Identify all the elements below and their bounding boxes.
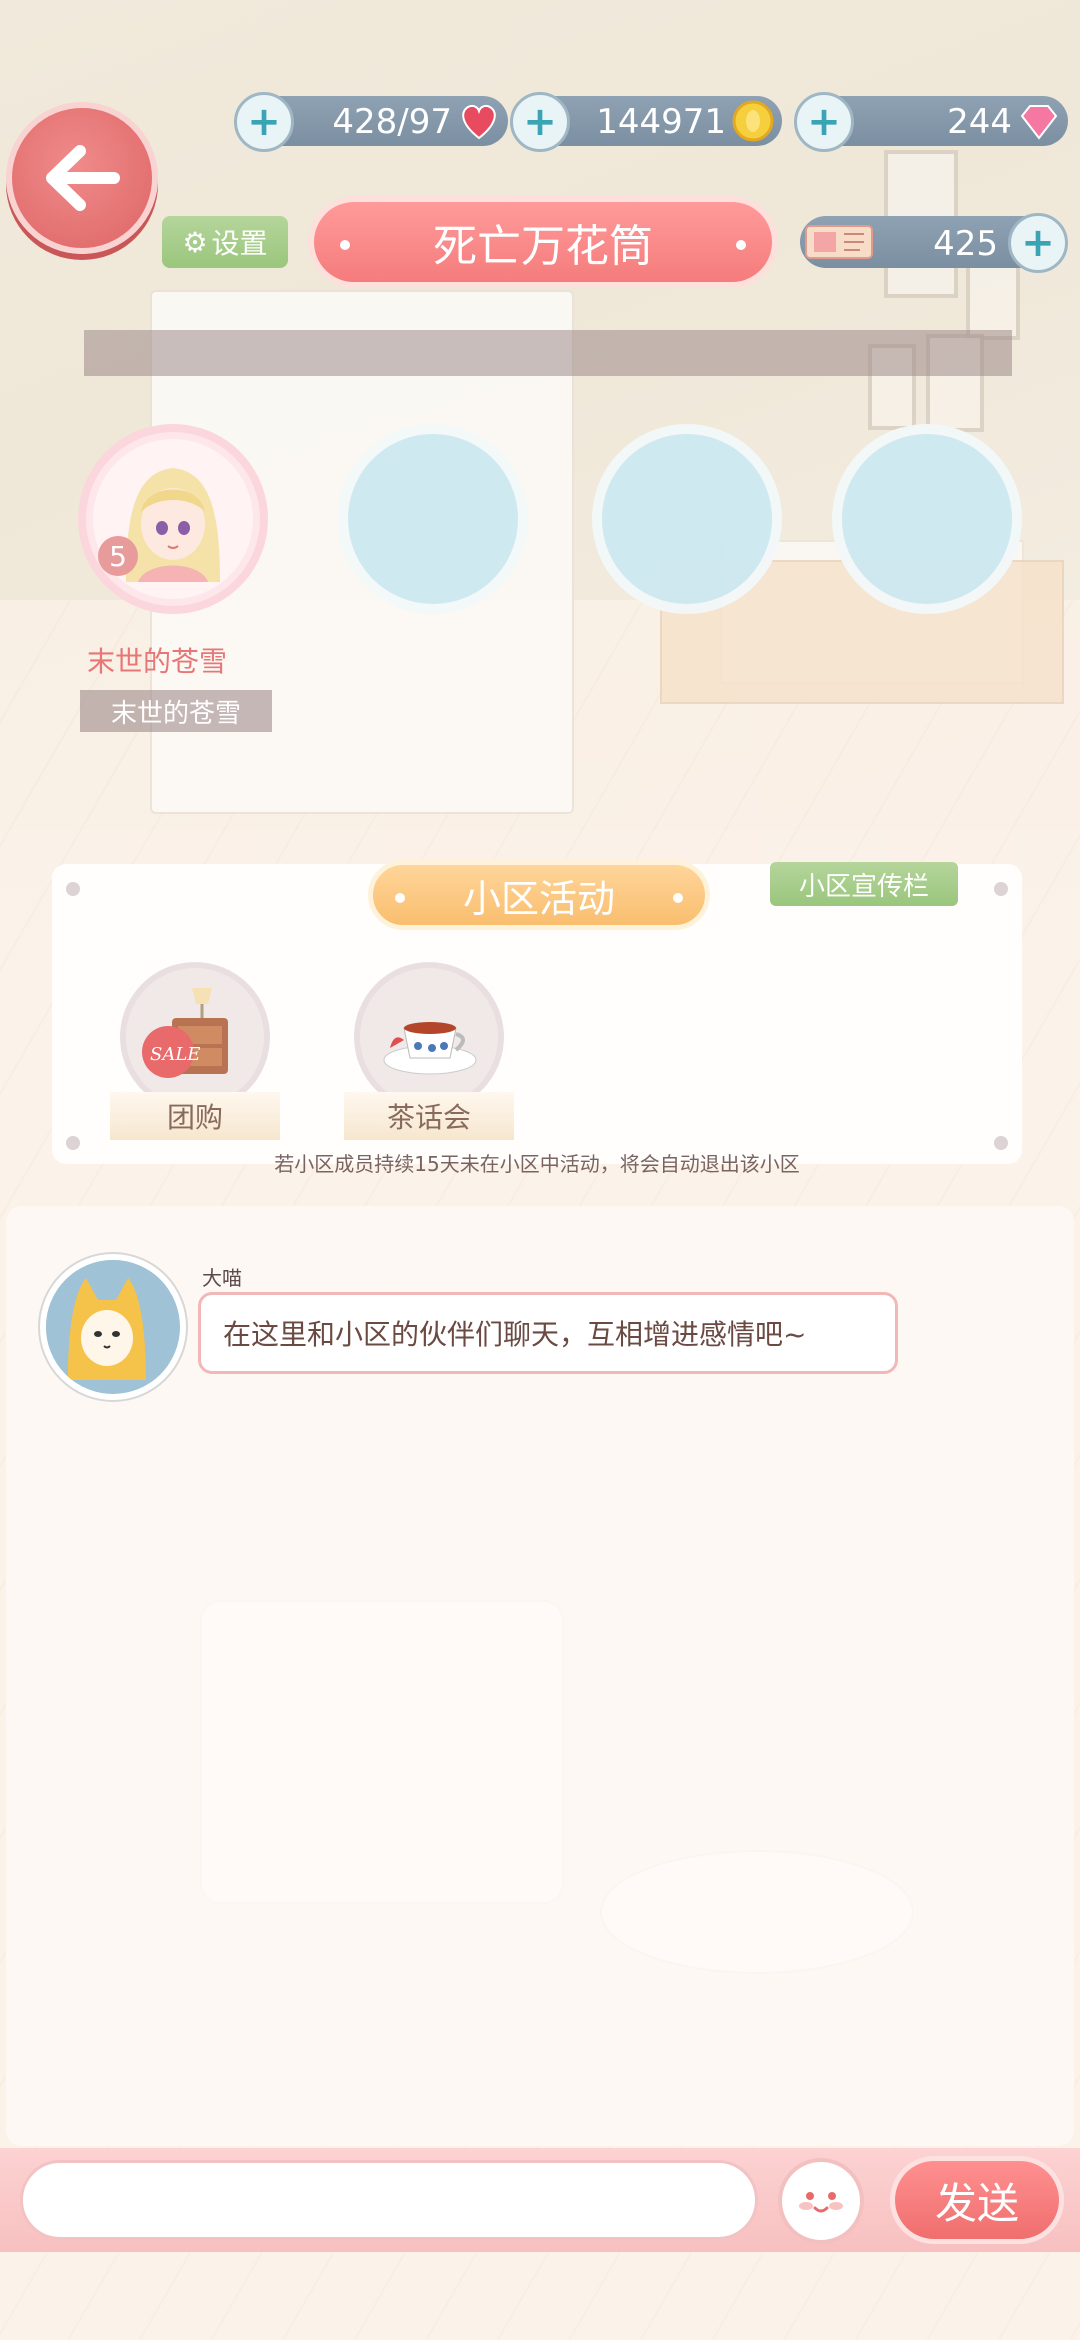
nightstand-sale-icon: SALE [142, 988, 228, 1078]
empty-member-slot[interactable] [592, 424, 782, 614]
add-gems-button[interactable]: + [794, 92, 854, 152]
member-tag: 末世的苍雪 [80, 690, 272, 732]
chat-input[interactable] [20, 2160, 758, 2240]
tickets-value: 425 [933, 224, 998, 264]
member-name: 末世的苍雪 [86, 645, 227, 678]
tea-party-label: 茶话会 [344, 1092, 514, 1140]
chat-message-bubble: 在这里和小区的伙伴们聊天，互相增进感情吧~ [198, 1292, 898, 1374]
hearts-value: 428/97 [332, 102, 452, 142]
teacup-icon [383, 1022, 477, 1075]
community-title: 死亡万花筒 [308, 196, 778, 288]
member-avatar[interactable]: 5 [78, 424, 268, 614]
gear-icon: ⚙ [182, 225, 208, 259]
ticket-icon [805, 225, 873, 259]
announcement-bar [84, 330, 1012, 376]
add-tickets-button[interactable]: + [1008, 213, 1068, 273]
coins-value: 144971 [596, 102, 726, 142]
coin-icon [732, 100, 774, 142]
cat-avatar-icon [46, 1260, 168, 1382]
settings-button[interactable]: ⚙ 设置 [162, 216, 288, 268]
arrow-left-icon [46, 145, 120, 211]
member-level-badge: 5 [98, 536, 138, 576]
emoji-button[interactable] [778, 2158, 864, 2244]
coins-counter: + 144971 [510, 92, 782, 152]
gem-icon [1020, 105, 1058, 140]
activity-title-text: 小区活动 [462, 876, 615, 921]
group-buy-activity[interactable]: SALE [120, 962, 270, 1112]
heart-icon [462, 104, 496, 140]
activity-panel-title: 小区活动 [368, 860, 710, 930]
tea-party-activity[interactable] [354, 962, 504, 1112]
page-title: 死亡万花筒 [433, 221, 653, 272]
tickets-counter: 425 + [800, 213, 1068, 273]
add-coins-button[interactable]: + [510, 92, 570, 152]
gems-value: 244 [947, 102, 1012, 142]
empty-member-slot[interactable] [338, 424, 528, 614]
smiley-icon [799, 2192, 843, 2213]
send-button[interactable]: 发送 [890, 2156, 1064, 2244]
svg-text:SALE: SALE [150, 1044, 200, 1065]
chat-avatar[interactable] [40, 1254, 186, 1400]
inactivity-notice: 若小区成员持续15天未在小区中活动，将会自动退出该小区 [274, 1152, 800, 1176]
back-button[interactable] [6, 102, 158, 254]
gems-counter: + 244 [794, 92, 1068, 152]
chat-sender-name: 大喵 [202, 1266, 242, 1290]
add-hearts-button[interactable]: + [234, 92, 294, 152]
picture-frame-decor [966, 262, 1020, 340]
hearts-counter: + 428/97 [234, 92, 508, 152]
member-avatar-image [93, 439, 253, 599]
group-buy-label: 团购 [110, 1092, 280, 1140]
settings-label: 设置 [211, 227, 268, 260]
empty-member-slot[interactable] [832, 424, 1022, 614]
bulletin-board-button[interactable]: 小区宣传栏 [770, 862, 958, 906]
